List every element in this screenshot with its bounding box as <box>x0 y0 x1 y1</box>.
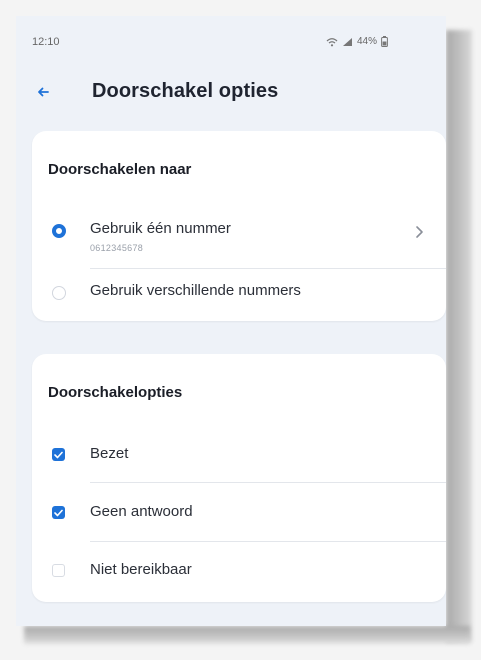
divider <box>90 541 446 542</box>
option-single-number-sublabel: 0612345678 <box>90 243 144 253</box>
forward-options-card: Doorschakelopties Bezet Geen antwoord Ni… <box>32 354 446 602</box>
option-busy[interactable]: Bezet <box>32 426 446 483</box>
battery-level: 44% <box>356 36 377 47</box>
status-bar: 12:10 44% <box>16 16 446 64</box>
divider <box>90 482 446 483</box>
back-arrow-icon <box>37 84 49 102</box>
divider <box>90 268 446 269</box>
status-time: 12:10 <box>32 36 60 48</box>
option-no-answer[interactable]: Geen antwoord <box>32 484 446 542</box>
option-multiple-numbers[interactable]: Gebruik verschillende nummers <box>32 270 446 314</box>
page-title: Doorschakel opties <box>92 80 279 102</box>
radio-single-number[interactable] <box>52 224 66 238</box>
checkmark-icon <box>54 451 63 458</box>
checkbox-no-answer[interactable] <box>52 506 65 519</box>
option-busy-label: Bezet <box>90 445 129 462</box>
option-multiple-numbers-label: Gebruik verschillende nummers <box>90 282 301 299</box>
forward-to-card: Doorschakelen naar Gebruik één nummer 06… <box>32 131 446 321</box>
checkbox-unreachable[interactable] <box>52 564 65 577</box>
back-button[interactable] <box>32 82 54 104</box>
option-no-answer-label: Geen antwoord <box>90 503 193 520</box>
app-bar: Doorschakel opties <box>16 78 446 114</box>
option-unreachable-label: Niet bereikbaar <box>90 561 192 578</box>
battery-icon <box>381 36 388 47</box>
status-icons: 44% <box>326 36 388 47</box>
option-unreachable[interactable]: Niet bereikbaar <box>32 543 446 595</box>
forward-options-title: Doorschakelopties <box>48 384 183 401</box>
window-shadow-right <box>446 30 472 642</box>
wifi-icon <box>326 37 338 47</box>
option-single-number-label: Gebruik één nummer <box>90 220 231 237</box>
chevron-right-icon <box>414 225 424 239</box>
signal-icon <box>342 37 353 47</box>
checkbox-busy[interactable] <box>52 448 65 461</box>
checkmark-icon <box>54 509 63 516</box>
phone-screen: 12:10 44% Doorschakel opties Doorschakel… <box>16 16 446 626</box>
forward-to-title: Doorschakelen naar <box>48 161 192 178</box>
window-shadow-bottom <box>24 626 470 644</box>
option-single-number[interactable]: Gebruik één nummer 0612345678 <box>32 203 446 269</box>
radio-multiple-numbers[interactable] <box>52 286 66 300</box>
